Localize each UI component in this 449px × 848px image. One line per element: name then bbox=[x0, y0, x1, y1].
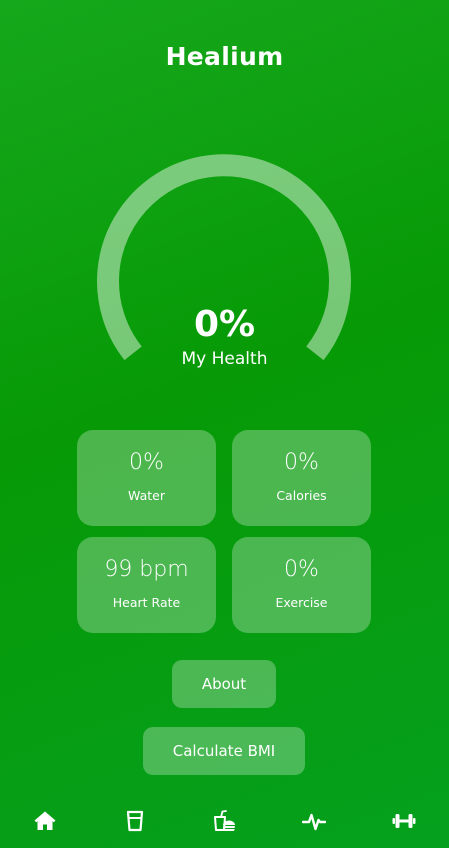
heartbeat-icon bbox=[302, 813, 326, 831]
exercise-label: Exercise bbox=[275, 595, 328, 610]
nav-water[interactable] bbox=[115, 805, 155, 837]
water-label: Water bbox=[128, 488, 165, 503]
exercise-value: 0% bbox=[284, 557, 319, 582]
home-icon bbox=[34, 811, 56, 830]
heart-rate-value: 99 bpm bbox=[104, 557, 189, 582]
about-button[interactable]: About bbox=[172, 660, 276, 708]
nav-home[interactable] bbox=[25, 805, 65, 837]
exercise-card[interactable]: 0% Exercise bbox=[232, 537, 371, 633]
water-card[interactable]: 0% Water bbox=[77, 430, 216, 526]
health-percentage: 0% bbox=[193, 304, 256, 345]
dumbbell-icon bbox=[392, 814, 416, 828]
nav-food[interactable] bbox=[204, 805, 244, 837]
water-glass-icon bbox=[126, 810, 144, 832]
food-icon bbox=[214, 810, 235, 832]
calories-value: 0% bbox=[284, 450, 319, 475]
bottom-navigation bbox=[0, 805, 449, 837]
calories-label: Calories bbox=[276, 488, 327, 503]
nav-heart-rate[interactable] bbox=[294, 805, 334, 837]
heart-rate-card[interactable]: 99 bpm Heart Rate bbox=[77, 537, 216, 633]
heart-rate-label: Heart Rate bbox=[112, 595, 181, 610]
calculate-bmi-button[interactable]: Calculate BMI bbox=[143, 727, 305, 775]
nav-exercise[interactable] bbox=[384, 805, 424, 837]
health-label: My Health bbox=[181, 349, 268, 369]
water-value: 0% bbox=[129, 450, 164, 475]
calories-card[interactable]: 0% Calories bbox=[232, 430, 371, 526]
